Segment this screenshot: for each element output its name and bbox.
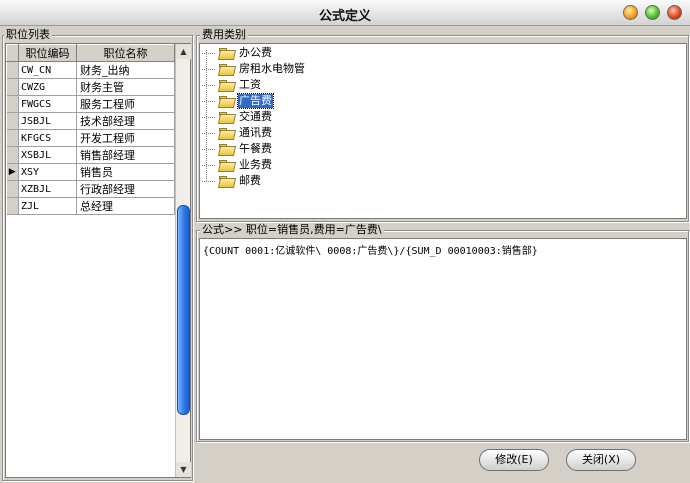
position-list[interactable]: 职位编码 职位名称 CW_CN 财务_出纳 CWZG 财务主管 FWGCS 服务工程师 JS…	[5, 43, 191, 478]
row-indicator	[6, 61, 19, 79]
tree-item-label[interactable]: 办公费	[238, 46, 273, 60]
tree-branch-line	[202, 52, 215, 54]
position-name-cell[interactable]: 销售员	[76, 163, 175, 181]
folder-icon	[219, 79, 234, 91]
tree-item[interactable]: 办公费	[202, 45, 273, 61]
position-name-cell[interactable]: 开发工程师	[76, 129, 175, 147]
tree-item-label[interactable]: 房租水电物管	[238, 62, 306, 76]
row-indicator	[6, 180, 19, 198]
position-code-cell[interactable]: JSBJL	[18, 112, 77, 130]
tree-branch-line	[202, 164, 215, 166]
tree-branch-line	[202, 148, 215, 150]
position-name-cell[interactable]: 财务主管	[76, 78, 175, 96]
tree-item[interactable]: 午餐费	[202, 141, 273, 157]
expense-category-label: 费用类别	[200, 28, 248, 41]
tree-item-label[interactable]: 业务费	[238, 158, 273, 172]
tree-item[interactable]: 交通费	[202, 109, 273, 125]
row-indicator-header	[6, 44, 19, 62]
folder-icon	[219, 95, 234, 107]
close-button[interactable]: 关闭(X)	[566, 449, 636, 471]
folder-icon	[219, 127, 234, 139]
table-row[interactable]: FWGCS 服务工程师	[6, 95, 175, 113]
maximize-button[interactable]	[645, 5, 660, 20]
position-name-cell[interactable]: 技术部经理	[76, 112, 175, 130]
formula-label: 公式>> 职位=销售员,费用=广告费\	[200, 223, 384, 236]
tree-branch-line	[202, 180, 215, 182]
folder-icon	[219, 47, 234, 59]
table-row[interactable]: XZBJL 行政部经理	[6, 180, 175, 198]
folder-icon	[219, 159, 234, 171]
tree-item[interactable]: 工资	[202, 77, 262, 93]
position-name-cell[interactable]: 服务工程师	[76, 95, 175, 113]
table-row[interactable]: JSBJL 技术部经理	[6, 112, 175, 130]
column-header-code[interactable]: 职位编码	[18, 44, 77, 62]
tree-item-label[interactable]: 交通费	[238, 110, 273, 124]
tree-item[interactable]: 邮费	[202, 173, 262, 189]
tree-item[interactable]: 房租水电物管	[202, 61, 306, 77]
formula-text: {COUNT 0001:亿诚软件\ 0008:广告费\}/{SUM_D 0001…	[203, 246, 538, 257]
tree-item[interactable]: 业务费	[202, 157, 273, 173]
formula-editor[interactable]: {COUNT 0001:亿诚软件\ 0008:广告费\}/{SUM_D 0001…	[199, 238, 687, 440]
row-indicator	[6, 129, 19, 147]
position-code-cell[interactable]: CWZG	[18, 78, 77, 96]
tree-branch-line	[202, 100, 215, 102]
tree-item-label[interactable]: 邮费	[238, 174, 262, 188]
table-row[interactable]: XSBJL 销售部经理	[6, 146, 175, 164]
table-header-row: 职位编码 职位名称	[6, 44, 175, 62]
list-scrollbar[interactable]: ▲ ▼	[175, 44, 191, 477]
window-title: 公式定义	[318, 9, 371, 24]
minimize-button[interactable]	[623, 5, 638, 20]
position-code-cell[interactable]: CW_CN	[18, 61, 77, 79]
folder-icon	[219, 143, 234, 155]
position-name-cell[interactable]: 总经理	[76, 197, 175, 215]
folder-icon	[219, 111, 234, 123]
row-indicator	[6, 146, 19, 164]
row-indicator	[6, 197, 19, 215]
row-indicator	[6, 112, 19, 130]
position-name-cell[interactable]: 销售部经理	[76, 146, 175, 164]
column-header-name[interactable]: 职位名称	[76, 44, 175, 62]
position-code-cell[interactable]: XSY	[18, 163, 77, 181]
tree-item-label[interactable]: 通讯费	[238, 126, 273, 140]
title-bar[interactable]: 公式定义	[0, 0, 690, 26]
tree-branch-line	[202, 68, 215, 70]
tree-item-label[interactable]: 广告费	[237, 93, 274, 109]
tree-branch-line	[202, 116, 215, 118]
folder-icon	[219, 63, 234, 75]
tree-branch-line	[202, 84, 215, 86]
table-row[interactable]: CWZG 财务主管	[6, 78, 175, 96]
folder-icon	[219, 175, 234, 187]
scroll-thumb[interactable]	[177, 205, 190, 415]
tree-item[interactable]: 通讯费	[202, 125, 273, 141]
close-window-button[interactable]	[667, 5, 682, 20]
position-code-cell[interactable]: KFGCS	[18, 129, 77, 147]
scroll-down-icon[interactable]: ▼	[176, 462, 191, 477]
modify-button[interactable]: 修改(E)	[479, 449, 549, 471]
current-row-marker-icon: ▶	[6, 163, 19, 181]
table-row[interactable]: ZJL 总经理	[6, 197, 175, 215]
position-code-cell[interactable]: XZBJL	[18, 180, 77, 198]
table-row[interactable]: CW_CN 财务_出纳	[6, 61, 175, 79]
position-code-cell[interactable]: ZJL	[18, 197, 77, 215]
tree-item-label[interactable]: 工资	[238, 78, 262, 92]
table-row[interactable]: KFGCS 开发工程师	[6, 129, 175, 147]
position-code-cell[interactable]: XSBJL	[18, 146, 77, 164]
position-name-cell[interactable]: 行政部经理	[76, 180, 175, 198]
tree-item-label[interactable]: 午餐费	[238, 142, 273, 156]
position-table: 职位编码 职位名称 CW_CN 财务_出纳 CWZG 财务主管 FWGCS 服务工程师 JS…	[6, 44, 175, 215]
position-name-cell[interactable]: 财务_出纳	[76, 61, 175, 79]
tree-item[interactable]: 广告费	[202, 93, 274, 109]
tree-branch-line	[202, 132, 215, 134]
scroll-up-icon[interactable]: ▲	[176, 44, 191, 59]
row-indicator	[6, 95, 19, 113]
position-code-cell[interactable]: FWGCS	[18, 95, 77, 113]
row-indicator	[6, 78, 19, 96]
table-row[interactable]: ▶ XSY 销售员	[6, 163, 175, 181]
position-list-label: 职位列表	[4, 28, 52, 41]
